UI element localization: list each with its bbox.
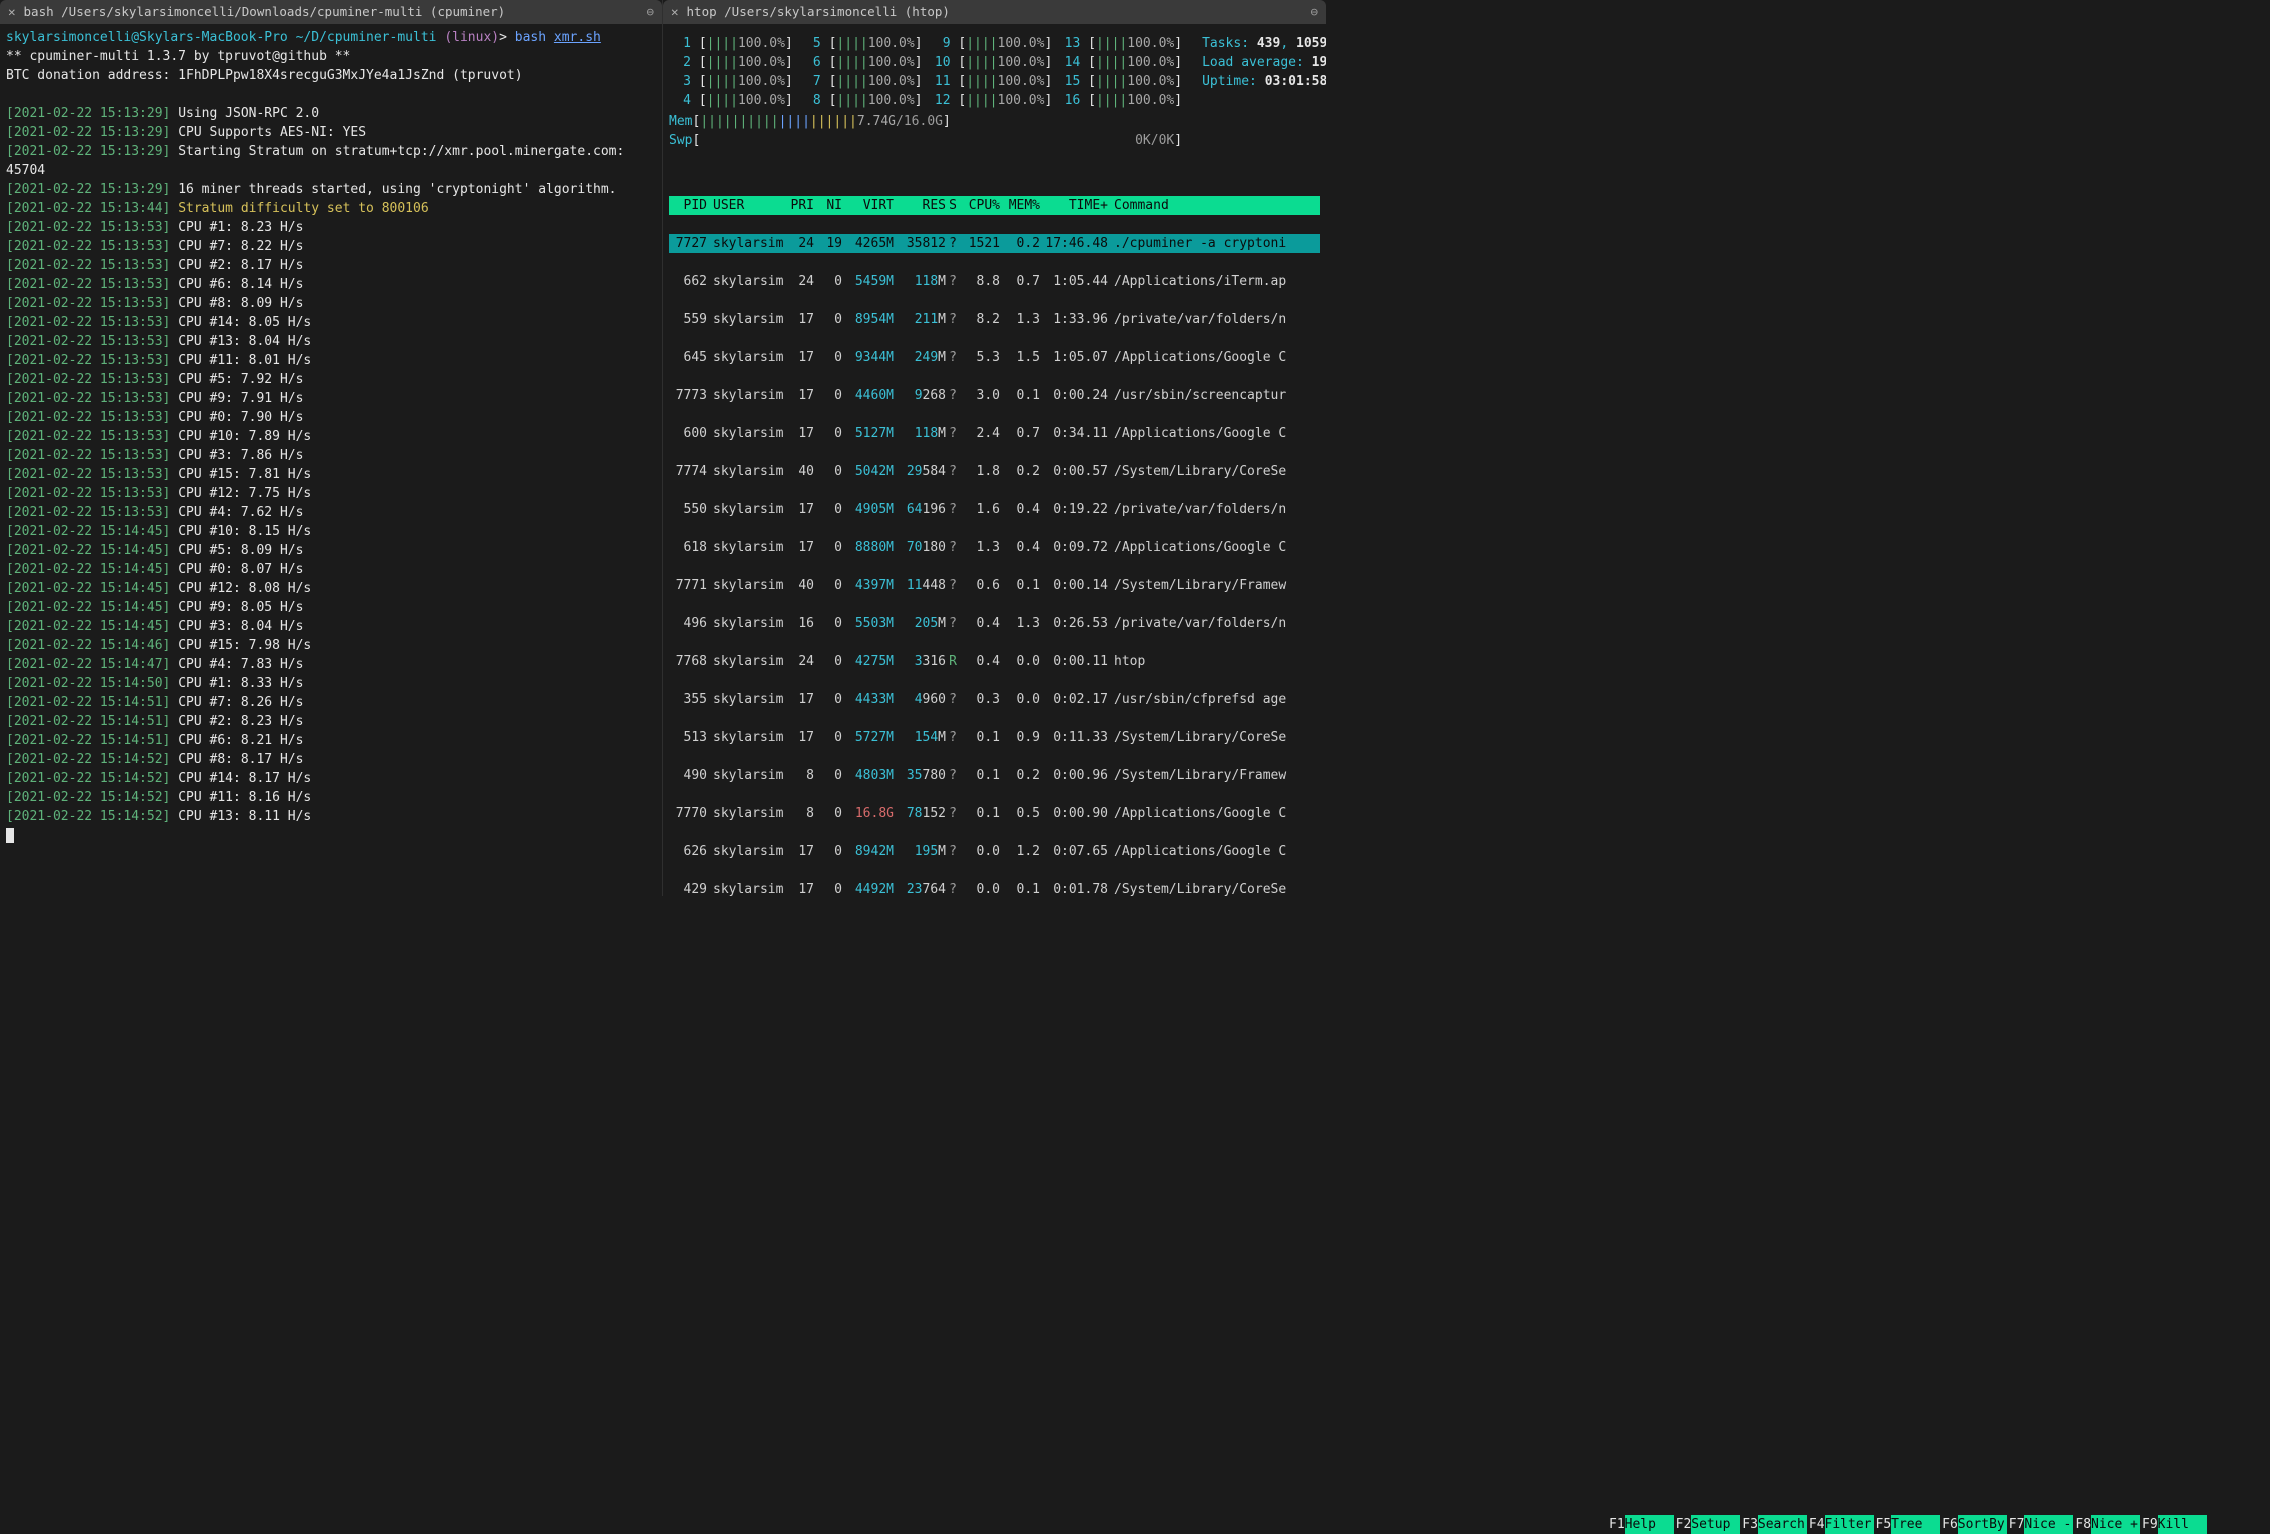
right-pane: ✕ htop /Users/skylarsimoncelli (htop) ⊖ … xyxy=(663,0,1326,896)
process-row[interactable]: 600skylarsim1705127M118M?2.40.70:34.11/A… xyxy=(669,424,1320,443)
process-row[interactable]: 662skylarsim2405459M118M?8.80.71:05.44/A… xyxy=(669,272,1320,291)
process-row[interactable]: 355skylarsim1704433M4960?0.30.00:02.17/u… xyxy=(669,690,1320,709)
swap-meter: Swp[0K/0K] xyxy=(669,131,1182,150)
process-row[interactable]: 7771skylarsim4004397M11448?0.60.10:00.14… xyxy=(669,576,1320,595)
left-tab[interactable]: ✕ bash /Users/skylarsimoncelli/Downloads… xyxy=(0,0,662,24)
cpu-meter: 9 [||||100.0%] xyxy=(929,34,1053,53)
cursor xyxy=(6,828,14,843)
process-row[interactable]: 618skylarsim1708880M70180?1.30.40:09.72/… xyxy=(669,538,1320,557)
right-tab-title: htop /Users/skylarsimoncelli (htop) xyxy=(687,0,1303,24)
process-row[interactable]: 645skylarsim1709344M249M?5.31.51:05.07/A… xyxy=(669,348,1320,367)
fkey-F7[interactable]: F7Nice - xyxy=(2007,1515,2074,1534)
right-tab[interactable]: ✕ htop /Users/skylarsimoncelli (htop) ⊖ xyxy=(663,0,1326,24)
process-row[interactable]: 429skylarsim1704492M23764?0.00.10:01.78/… xyxy=(669,880,1320,896)
process-row[interactable]: 7774skylarsim4005042M29584?1.80.20:00.57… xyxy=(669,462,1320,481)
cpu-meter: 10 [||||100.0%] xyxy=(929,53,1053,72)
cpu-meter: 5 [||||100.0%] xyxy=(799,34,923,53)
fkey-F2[interactable]: F2Setup xyxy=(1674,1515,1741,1534)
process-row[interactable]: 550skylarsim1704905M64196?1.60.40:19.22/… xyxy=(669,500,1320,519)
cpu-meter: 8 [||||100.0%] xyxy=(799,91,923,110)
fkey-F5[interactable]: F5Tree xyxy=(1874,1515,1941,1534)
process-row[interactable]: 7768skylarsim2404275M3316R0.40.00:00.11h… xyxy=(669,652,1320,671)
cpu-meter: 11 [||||100.0%] xyxy=(929,72,1053,91)
cpu-meter: 4 [||||100.0%] xyxy=(669,91,793,110)
close-icon[interactable]: ✕ xyxy=(8,0,16,24)
fkey-F8[interactable]: F8Nice + xyxy=(2073,1515,2140,1534)
process-header[interactable]: PIDUSERPRINIVIRTRESSCPU%MEM%TIME+Command xyxy=(669,196,1320,215)
cpu-meter: 12 [||||100.0%] xyxy=(929,91,1053,110)
fkey-F3[interactable]: F3Search xyxy=(1740,1515,1807,1534)
process-row[interactable]: 626skylarsim1708942M195M?0.01.20:07.65/A… xyxy=(669,842,1320,861)
mem-meter: Mem[||||||||||||||||||||7.74G/16.0G] xyxy=(669,112,1182,131)
process-row[interactable]: 7727skylarsim24194265M35812?15210.217:46… xyxy=(669,234,1320,253)
cpu-meter: 13 [||||100.0%] xyxy=(1058,34,1182,53)
htop-fkeys: F1Help F2Setup F3SearchF4FilterF5Tree F6… xyxy=(1607,1515,2270,1534)
terminal-left[interactable]: skylarsimoncelli@Skylars-MacBook-Pro ~/D… xyxy=(0,24,662,896)
terminal-right[interactable]: 1 [||||100.0%] 5 [||||100.0%] 9 [||||100… xyxy=(663,24,1326,896)
left-pane: ✕ bash /Users/skylarsimoncelli/Downloads… xyxy=(0,0,663,896)
cpu-meter: 15 [||||100.0%] xyxy=(1058,72,1182,91)
fkey-F4[interactable]: F4Filter xyxy=(1807,1515,1874,1534)
cpu-meter: 7 [||||100.0%] xyxy=(799,72,923,91)
cpu-meter: 2 [||||100.0%] xyxy=(669,53,793,72)
close-icon[interactable]: ✕ xyxy=(671,0,679,24)
process-row[interactable]: 559skylarsim1708954M211M?8.21.31:33.96/p… xyxy=(669,310,1320,329)
cpu-meter: 6 [||||100.0%] xyxy=(799,53,923,72)
fkey-F6[interactable]: F6SortBy xyxy=(1940,1515,2007,1534)
tasks-summary: Tasks: 439, 1059 thr; 16 runningLoad ave… xyxy=(1202,34,1326,150)
process-row[interactable]: 496skylarsim1605503M205M?0.41.30:26.53/p… xyxy=(669,614,1320,633)
process-row[interactable]: 7773skylarsim1704460M9268?3.00.10:00.24/… xyxy=(669,386,1320,405)
process-row[interactable]: 513skylarsim1705727M154M?0.10.90:11.33/S… xyxy=(669,728,1320,747)
menu-icon[interactable]: ⊖ xyxy=(646,0,654,24)
process-row[interactable]: 7770skylarsim8016.8G78152?0.10.50:00.90/… xyxy=(669,804,1320,823)
cpu-meter: 16 [||||100.0%] xyxy=(1058,91,1182,110)
process-row[interactable]: 490skylarsim804803M35780?0.10.20:00.96/S… xyxy=(669,766,1320,785)
menu-icon[interactable]: ⊖ xyxy=(1310,0,1318,24)
cpu-meter: 14 [||||100.0%] xyxy=(1058,53,1182,72)
cpu-meter: 1 [||||100.0%] xyxy=(669,34,793,53)
fkey-F1[interactable]: F1Help xyxy=(1607,1515,1674,1534)
left-tab-title: bash /Users/skylarsimoncelli/Downloads/c… xyxy=(24,0,639,24)
fkey-F9[interactable]: F9Kill xyxy=(2140,1515,2207,1534)
cpu-meter: 3 [||||100.0%] xyxy=(669,72,793,91)
